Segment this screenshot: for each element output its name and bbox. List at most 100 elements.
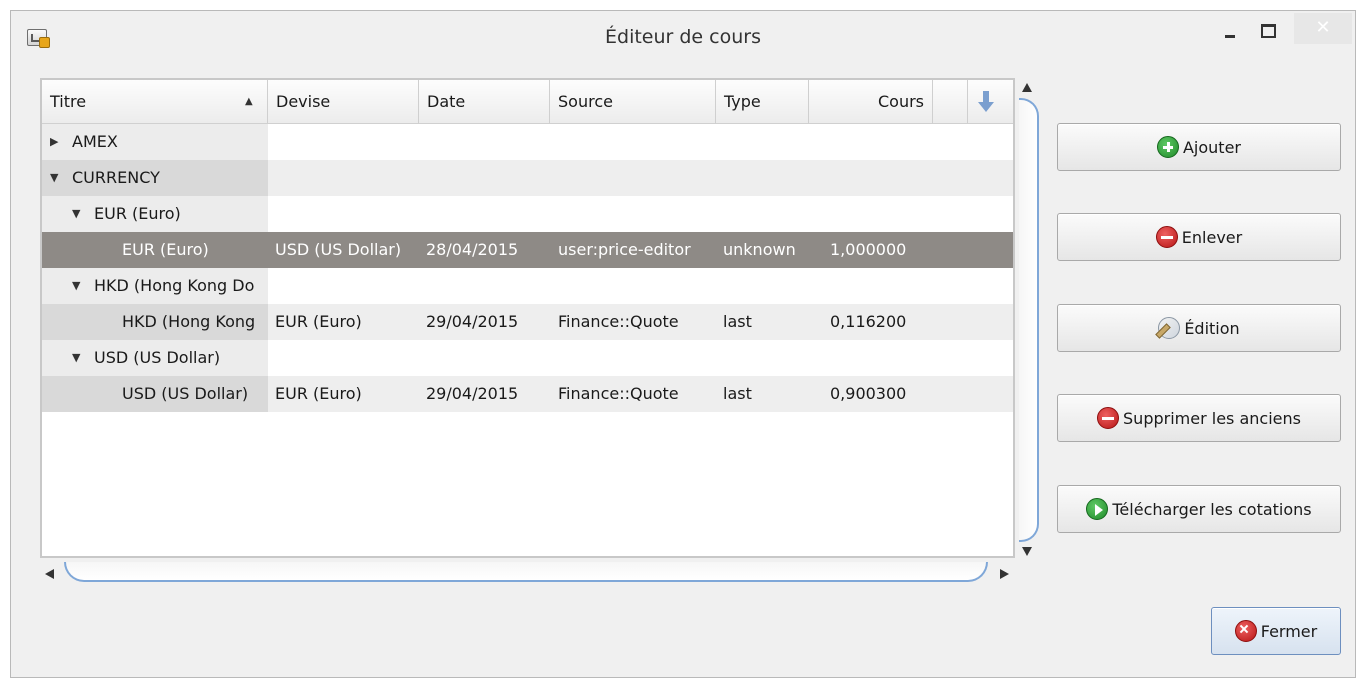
remove-button[interactable]: Enlever: [1057, 213, 1341, 261]
table-row[interactable]: EUR (Euro) USD (US Dollar) 28/04/2015 user:…: [42, 232, 1013, 268]
date-cell: [426, 196, 552, 232]
edit-button[interactable]: Édition: [1057, 304, 1341, 352]
window-title: Éditeur de cours: [605, 26, 761, 48]
cours-cell: 0,116200: [830, 312, 907, 331]
date-cell: [426, 268, 552, 304]
add-icon: [1156, 136, 1179, 158]
column-header-empty: [933, 80, 968, 124]
collapse-arrow-icon[interactable]: ▼: [72, 268, 80, 304]
titre-text: USD (US Dollar): [94, 348, 221, 367]
scroll-right-arrow-icon[interactable]: [1000, 569, 1009, 579]
close-button-label: Fermer: [1260, 621, 1318, 641]
date-cell: [426, 340, 552, 376]
arrow-down-icon[interactable]: [975, 89, 997, 115]
type-cell: [723, 196, 813, 232]
source-cell: Finance::Quote: [558, 312, 679, 331]
minimize-button[interactable]: [1214, 13, 1244, 44]
remove-icon: [1155, 226, 1178, 248]
expand-arrow-icon[interactable]: ▶: [50, 124, 58, 160]
cours-cell: [830, 124, 930, 160]
devise-cell: EUR (Euro): [275, 384, 362, 403]
scroll-down-arrow-icon[interactable]: [1022, 547, 1032, 556]
type-cell: [723, 124, 813, 160]
titre-cell: ▼ HKD (Hong Kong Do: [42, 268, 268, 304]
close-button[interactable]: Fermer: [1211, 607, 1341, 655]
price-tree-table[interactable]: Titre ▲ Devise Date Source Type Cours ▶ A…: [40, 78, 1015, 558]
table-row[interactable]: HKD (Hong Kong EUR (Euro) 29/04/2015 Financ…: [42, 304, 1013, 340]
horizontal-scroll-thumb[interactable]: [64, 562, 988, 582]
add-button[interactable]: Ajouter: [1057, 123, 1341, 171]
date-cell: 28/04/2015: [426, 240, 519, 259]
delete-old-button-label: Supprimer les anciens: [1123, 408, 1301, 428]
column-header-source[interactable]: Source: [550, 80, 716, 124]
source-cell: [558, 124, 718, 160]
titre-cell: EUR (Euro): [42, 232, 268, 268]
source-cell: [558, 268, 718, 304]
table-row[interactable]: USD (US Dollar) EUR (Euro) 29/04/2015 Finan…: [42, 376, 1013, 412]
source-cell: [558, 340, 718, 376]
date-cell: [426, 124, 552, 160]
cours-cell: [830, 268, 930, 304]
edit-button-label: Édition: [1184, 318, 1240, 338]
titre-cell: HKD (Hong Kong: [42, 304, 268, 340]
scroll-left-arrow-icon[interactable]: [45, 569, 54, 579]
maximize-button[interactable]: [1251, 13, 1285, 44]
devise-cell: [275, 268, 421, 304]
titre-cell: ▼ USD (US Dollar): [42, 340, 268, 376]
delete-old-button[interactable]: Supprimer les anciens: [1057, 394, 1341, 442]
column-header-type[interactable]: Type: [716, 80, 809, 124]
download-quotes-button[interactable]: Télécharger les cotations: [1057, 485, 1341, 533]
devise-cell: [275, 340, 421, 376]
titre-text: USD (US Dollar): [122, 384, 249, 403]
edit-icon: [1158, 317, 1181, 339]
devise-cell: USD (US Dollar): [275, 240, 402, 259]
column-header-devise[interactable]: Devise: [268, 80, 419, 124]
type-cell: last: [723, 384, 752, 403]
source-cell: [558, 160, 718, 196]
close-window-button[interactable]: ✕: [1294, 13, 1352, 44]
type-cell: [723, 268, 813, 304]
type-cell: [723, 340, 813, 376]
cours-cell: [830, 340, 930, 376]
titre-cell: USD (US Dollar): [42, 376, 268, 412]
collapse-arrow-icon[interactable]: ▼: [50, 160, 58, 196]
close-icon: [1234, 620, 1257, 642]
source-cell: [558, 196, 718, 232]
close-icon: ✕: [1315, 17, 1331, 38]
vertical-scrollbar[interactable]: [1017, 78, 1042, 558]
titre-text: HKD (Hong Kong: [122, 312, 256, 331]
table-row[interactable]: ▼ HKD (Hong Kong Do: [42, 268, 1013, 304]
cours-cell: [830, 160, 930, 196]
vertical-scroll-thumb[interactable]: [1019, 98, 1039, 542]
collapse-arrow-icon[interactable]: ▼: [72, 340, 80, 376]
cours-cell: 0,900300: [830, 384, 907, 403]
table-row[interactable]: ▼ USD (US Dollar): [42, 340, 1013, 376]
titre-cell: ▶ AMEX: [42, 124, 268, 160]
titre-text: EUR (Euro): [94, 204, 181, 223]
type-cell: unknown: [723, 240, 796, 259]
table-row[interactable]: ▶ AMEX: [42, 124, 1013, 160]
collapse-arrow-icon[interactable]: ▼: [72, 196, 80, 232]
type-cell: [723, 160, 813, 196]
titre-text: HKD (Hong Kong Do: [94, 276, 255, 295]
add-button-label: Ajouter: [1182, 137, 1241, 157]
devise-cell: [275, 196, 421, 232]
titre-text: EUR (Euro): [122, 240, 209, 259]
scroll-up-arrow-icon[interactable]: [1022, 83, 1032, 92]
title-bar: Éditeur de cours ✕: [11, 11, 1355, 67]
devise-cell: [275, 124, 421, 160]
date-cell: 29/04/2015: [426, 384, 519, 403]
table-row[interactable]: ▼ EUR (Euro): [42, 196, 1013, 232]
titre-cell: ▼ EUR (Euro): [42, 196, 268, 232]
type-cell: last: [723, 312, 752, 331]
horizontal-scrollbar[interactable]: [40, 561, 1015, 587]
column-header-cours[interactable]: Cours: [809, 80, 933, 124]
column-header-titre[interactable]: Titre: [42, 80, 268, 124]
column-header-date[interactable]: Date: [419, 80, 550, 124]
source-cell: Finance::Quote: [558, 384, 679, 403]
cours-cell: [830, 196, 930, 232]
date-cell: [426, 160, 552, 196]
table-row[interactable]: ▼ CURRENCY: [42, 160, 1013, 196]
download-quotes-button-label: Télécharger les cotations: [1112, 499, 1312, 519]
play-icon: [1086, 498, 1109, 520]
